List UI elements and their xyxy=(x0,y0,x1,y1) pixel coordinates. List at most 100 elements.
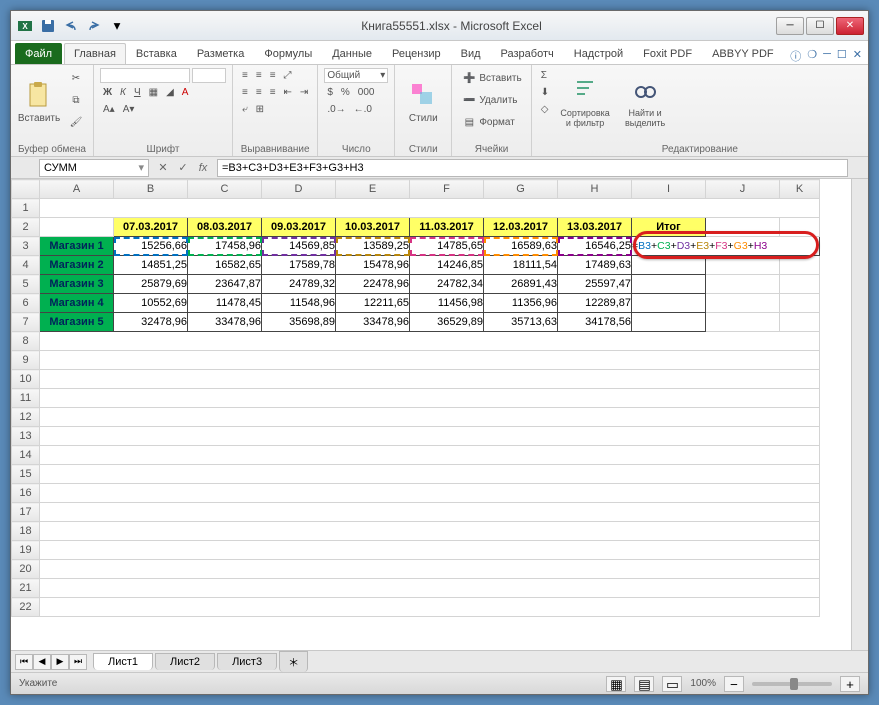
row-17[interactable] xyxy=(40,503,820,522)
row-header-4[interactable]: 4 xyxy=(12,256,40,275)
cell-J5[interactable] xyxy=(706,275,780,294)
ribbon-window-max-icon[interactable]: ☐ xyxy=(837,48,847,64)
tab-addins[interactable]: Надстрой xyxy=(564,43,633,64)
row-14[interactable] xyxy=(40,446,820,465)
wrap-text-button[interactable]: ⤶ xyxy=(239,102,251,117)
orientation-button[interactable]: ⤢ xyxy=(281,68,295,83)
vertical-scrollbar[interactable] xyxy=(851,179,868,650)
autosum-button[interactable]: Σ xyxy=(538,68,552,83)
cell-C2[interactable]: 08.03.2017 xyxy=(188,218,262,237)
fill-button[interactable]: ⬇ xyxy=(538,85,552,100)
bold-button[interactable]: Ж xyxy=(100,85,115,100)
shrink-font-button[interactable]: A▾ xyxy=(120,102,138,117)
cell-J2[interactable] xyxy=(706,218,780,237)
cell-D2[interactable]: 09.03.2017 xyxy=(262,218,336,237)
row-header-15[interactable]: 15 xyxy=(12,465,40,484)
cell-H7[interactable]: 34178,56 xyxy=(558,313,632,332)
row-header-22[interactable]: 22 xyxy=(12,598,40,617)
tab-abbyy[interactable]: ABBYY PDF xyxy=(702,43,784,64)
row-8[interactable] xyxy=(40,332,820,351)
decrease-indent-button[interactable]: ⇤ xyxy=(281,85,295,100)
cell-C4[interactable]: 16582,65 xyxy=(188,256,262,275)
row-12[interactable] xyxy=(40,408,820,427)
row-header-13[interactable]: 13 xyxy=(12,427,40,446)
name-box[interactable]: СУММ▾ xyxy=(39,159,149,177)
currency-button[interactable]: $ xyxy=(324,85,336,100)
insert-function-button[interactable]: fx xyxy=(195,160,211,176)
cell-H2[interactable]: 13.03.2017 xyxy=(558,218,632,237)
tab-insert[interactable]: Вставка xyxy=(126,43,187,64)
col-header-K[interactable]: K xyxy=(780,180,820,199)
cell-H5[interactable]: 25597,47 xyxy=(558,275,632,294)
cell-J4[interactable] xyxy=(706,256,780,275)
qat-dropdown-icon[interactable]: ▾ xyxy=(107,16,127,36)
row-header-5[interactable]: 5 xyxy=(12,275,40,294)
cell-I7[interactable] xyxy=(632,313,706,332)
cell-C7[interactable]: 33478,96 xyxy=(188,313,262,332)
cell-G2[interactable]: 12.03.2017 xyxy=(484,218,558,237)
cell-B6[interactable]: 10552,69 xyxy=(114,294,188,313)
cancel-formula-button[interactable]: ✕ xyxy=(155,160,171,176)
save-icon[interactable] xyxy=(38,16,58,36)
cell-A2[interactable] xyxy=(40,218,114,237)
cut-button[interactable]: ✂ xyxy=(65,68,87,88)
grid-scroll[interactable]: A B C D E F G H I J K 1 2 07.03.2017 xyxy=(11,179,851,650)
cell-E3[interactable]: 13589,25 xyxy=(336,237,410,256)
cell-F5[interactable]: 24782,34 xyxy=(410,275,484,294)
font-color-button[interactable]: A xyxy=(179,85,192,100)
row-16[interactable] xyxy=(40,484,820,503)
cell-F6[interactable]: 11456,98 xyxy=(410,294,484,313)
cell-styles-button[interactable]: Стили xyxy=(401,68,445,134)
tab-layout[interactable]: Разметка xyxy=(187,43,255,64)
cell-A7[interactable]: Магазин 5 xyxy=(40,313,114,332)
view-pagebreak-button[interactable]: ▭ xyxy=(662,676,682,692)
col-header-G[interactable]: G xyxy=(484,180,558,199)
increase-decimal-button[interactable]: .0→ xyxy=(324,102,348,117)
col-header-B[interactable]: B xyxy=(114,180,188,199)
cell-I5[interactable] xyxy=(632,275,706,294)
cell-B7[interactable]: 32478,96 xyxy=(114,313,188,332)
close-button[interactable]: ✕ xyxy=(836,17,864,35)
cell-D5[interactable]: 24789,32 xyxy=(262,275,336,294)
cell-B3[interactable]: 15256,66 xyxy=(114,237,188,256)
sheet-nav-first[interactable]: ⏮ xyxy=(15,654,33,670)
tab-data[interactable]: Данные xyxy=(322,43,382,64)
view-layout-button[interactable]: ▤ xyxy=(634,676,654,692)
sheet-nav-last[interactable]: ⏭ xyxy=(69,654,87,670)
increase-indent-button[interactable]: ⇥ xyxy=(297,85,311,100)
cell-H6[interactable]: 12289,87 xyxy=(558,294,632,313)
font-family-dropdown[interactable] xyxy=(100,68,190,83)
row-header-18[interactable]: 18 xyxy=(12,522,40,541)
row-header-14[interactable]: 14 xyxy=(12,446,40,465)
format-cells-button[interactable]: ▤Формат xyxy=(458,112,524,132)
cell-C3[interactable]: 17458,96 xyxy=(188,237,262,256)
fill-color-button[interactable]: ◢ xyxy=(163,85,177,100)
cell-D3[interactable]: 14569,85 xyxy=(262,237,336,256)
cell-H3[interactable]: 16546,25 xyxy=(558,237,632,256)
font-size-dropdown[interactable] xyxy=(192,68,226,83)
row-21[interactable] xyxy=(40,579,820,598)
row-9[interactable] xyxy=(40,351,820,370)
cell-B2[interactable]: 07.03.2017 xyxy=(114,218,188,237)
cell-B4[interactable]: 14851,25 xyxy=(114,256,188,275)
row-10[interactable] xyxy=(40,370,820,389)
sort-filter-button[interactable]: Сортировка и фильтр xyxy=(556,68,614,134)
cell-G5[interactable]: 26891,43 xyxy=(484,275,558,294)
underline-button[interactable]: Ч xyxy=(131,85,144,100)
row-20[interactable] xyxy=(40,560,820,579)
select-all-corner[interactable] xyxy=(12,180,40,199)
clear-button[interactable]: ◇ xyxy=(538,102,552,117)
cell-D6[interactable]: 11548,96 xyxy=(262,294,336,313)
cell-E5[interactable]: 22478,96 xyxy=(336,275,410,294)
cell-G4[interactable]: 18111,54 xyxy=(484,256,558,275)
row-header-8[interactable]: 8 xyxy=(12,332,40,351)
cell-B5[interactable]: 25879,69 xyxy=(114,275,188,294)
cell-A4[interactable]: Магазин 2 xyxy=(40,256,114,275)
redo-icon[interactable] xyxy=(84,16,104,36)
row-22[interactable] xyxy=(40,598,820,617)
row-header-20[interactable]: 20 xyxy=(12,560,40,579)
cell-G7[interactable]: 35713,63 xyxy=(484,313,558,332)
zoom-in-button[interactable]: + xyxy=(840,676,860,692)
cell-F7[interactable]: 36529,89 xyxy=(410,313,484,332)
row-header-3[interactable]: 3 xyxy=(12,237,40,256)
